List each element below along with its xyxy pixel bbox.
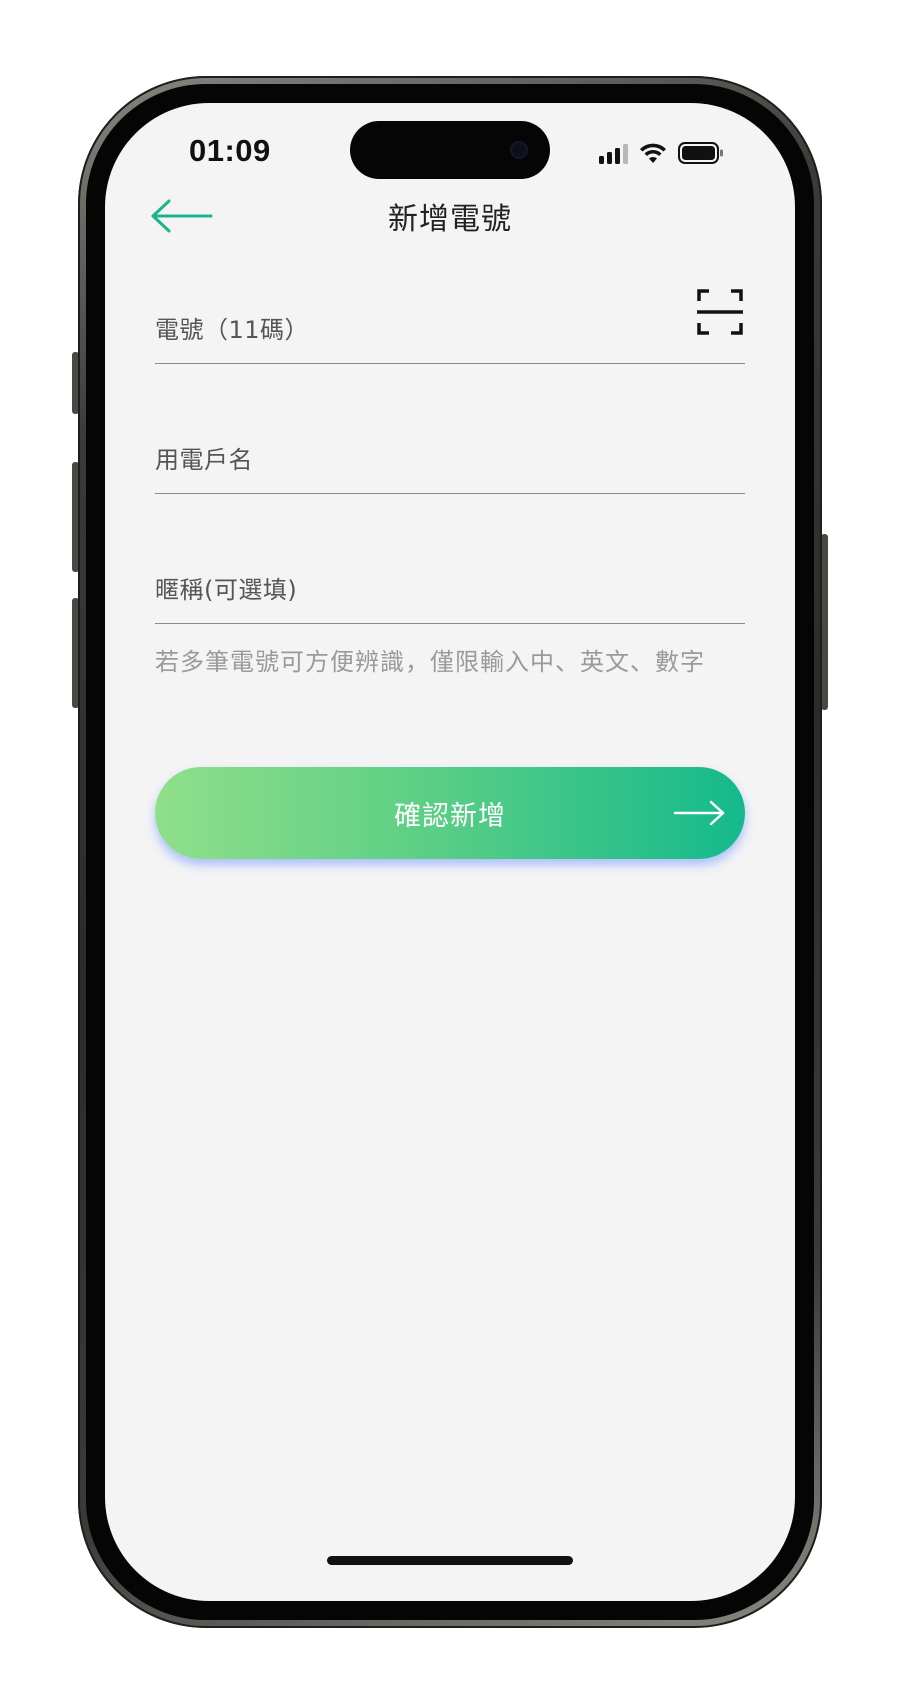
cellular-signal-icon (599, 142, 628, 164)
arrow-right-icon (673, 800, 725, 826)
account-name-field[interactable]: 用電戶名 (155, 405, 745, 494)
wifi-icon (640, 143, 666, 163)
front-camera (510, 141, 528, 159)
battery-icon (678, 142, 723, 164)
barcode-scan-icon[interactable] (695, 287, 745, 337)
device-mockup: 01:09 新增電號 電號（11碼） 用電戶名 暱稱(可選填) 若多筆電號可方便… (0, 0, 900, 1701)
phone-number-field[interactable]: 電號（11碼） (155, 275, 745, 364)
status-icons (599, 138, 724, 168)
page-title: 新增電號 (388, 202, 512, 237)
phone-number-placeholder: 電號（11碼） (155, 316, 310, 344)
home-indicator[interactable] (327, 1556, 573, 1565)
nickname-hint: 若多筆電號可方便辨識，僅限輸入中、英文、數字 (155, 648, 705, 676)
nickname-field[interactable]: 暱稱(可選填) (155, 535, 745, 624)
status-time: 01:09 (189, 133, 271, 168)
confirm-add-button[interactable]: 確認新增 (155, 767, 745, 859)
account-name-placeholder: 用電戶名 (155, 446, 253, 474)
app-screen: 01:09 新增電號 電號（11碼） 用電戶名 暱稱(可選填) 若多筆電號可方便… (105, 103, 795, 1601)
nickname-placeholder: 暱稱(可選填) (155, 576, 298, 604)
power-button (821, 534, 828, 710)
dynamic-island (350, 121, 550, 179)
confirm-add-label: 確認新增 (394, 801, 506, 832)
